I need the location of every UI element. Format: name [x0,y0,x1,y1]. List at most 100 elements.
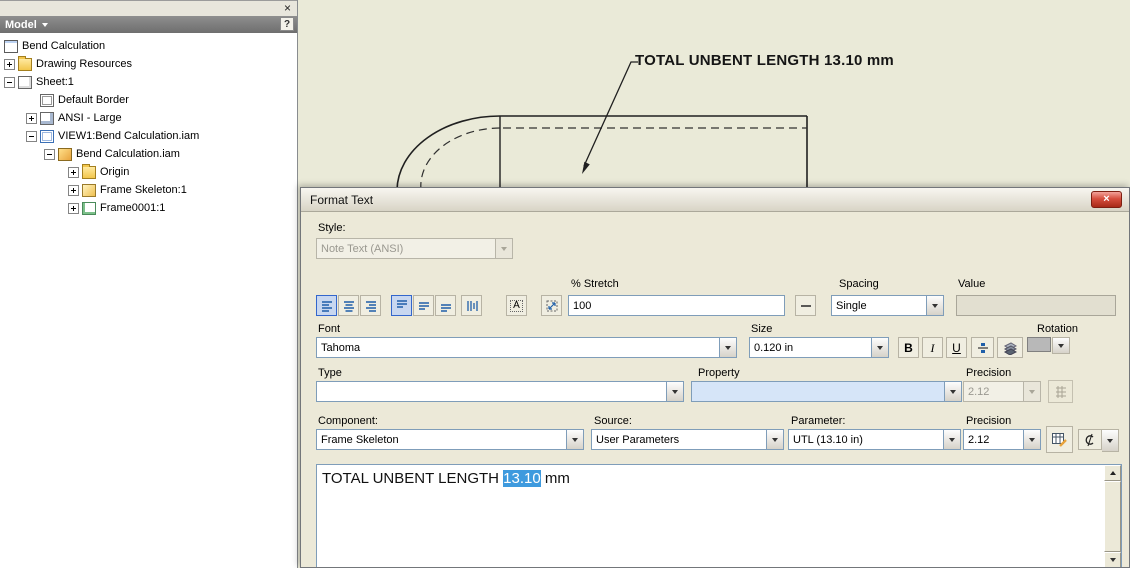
line-spacing-button[interactable] [461,295,482,316]
expander-minus-icon[interactable] [4,76,15,88]
precision-lower-select[interactable]: 2.12 [963,429,1041,450]
leader-arrowhead-icon [582,161,590,174]
spacing-select[interactable]: Single [831,295,944,316]
font-label: Font [318,323,341,335]
stretch-input[interactable] [568,295,785,316]
precision-upper-value: 2.12 [968,385,990,398]
stacked-text-button[interactable] [971,337,994,358]
stacked-text-icon [977,342,988,353]
tree-item-label: Frame0001:1 [100,202,166,214]
chevron-down-icon[interactable] [1102,429,1119,452]
style-label: Style: [318,222,346,234]
model-browser-panel: × Model ? Bend Calculation Drawing Resou… [0,0,298,568]
expander-plus-icon[interactable] [68,184,79,196]
editor-scrollbar[interactable] [1104,465,1121,567]
dialog-title-bar[interactable]: Format Text [301,188,1129,212]
tree-item-default-border[interactable]: Default Border [2,91,295,109]
tree-item-origin[interactable]: Origin [2,163,295,181]
chevron-down-icon[interactable] [1052,337,1070,354]
fit-text-icon [546,300,557,311]
rotation-swatch [1027,337,1051,352]
component-select[interactable]: Frame Skeleton [316,429,584,450]
scroll-up-button[interactable] [1104,465,1121,481]
editor-text: TOTAL UNBENT LENGTH 13.10 mm [322,470,570,487]
frame-icon [82,201,96,215]
border-icon [40,93,54,107]
editor-textarea[interactable]: TOTAL UNBENT LENGTH 13.10 mm [316,464,1122,567]
type-select[interactable] [316,381,684,402]
font-select[interactable]: Tahoma [316,337,737,358]
fit-text-button[interactable] [541,295,562,316]
type-label: Type [318,367,342,379]
expander-plus-icon[interactable] [4,58,15,70]
italic-button[interactable]: I [922,337,943,358]
expander-minus-icon[interactable] [26,130,37,142]
valign-bottom-button[interactable] [435,295,456,316]
text-box-button[interactable]: A [506,295,527,316]
size-label: Size [751,323,773,335]
chevron-down-icon[interactable] [943,430,960,449]
tree-item-bend-calculation[interactable]: Bend Calculation [2,37,295,55]
line-spacing-icon [466,300,478,311]
tube-drawing [396,61,808,190]
align-right-button[interactable] [360,295,381,316]
text-color-button[interactable] [997,337,1023,358]
rotation-dropdown[interactable] [1027,337,1070,354]
tree-item-label: Origin [100,166,130,178]
tree-item-view1[interactable]: VIEW1:Bend Calculation.iam [2,127,295,145]
align-left-button[interactable] [316,295,337,316]
underline-button[interactable]: U [946,337,967,358]
align-center-button[interactable] [338,295,359,316]
precision-upper-label: Precision [966,367,1012,379]
chevron-down-icon[interactable] [766,430,783,449]
close-button[interactable]: × [1091,191,1122,208]
add-parameter-button[interactable] [1046,426,1073,453]
bold-button[interactable]: B [898,337,919,358]
tree-item-frame0001[interactable]: Frame0001:1 [2,199,295,217]
chevron-down-icon[interactable] [666,382,683,401]
tree-item-label: Frame Skeleton:1 [100,184,187,196]
size-combo[interactable]: 0.120 in [749,337,889,358]
value-input [956,295,1116,316]
chevron-down-icon[interactable] [926,296,943,315]
tree-item-label: VIEW1:Bend Calculation.iam [58,130,200,142]
tree-item-ansi-large[interactable]: ANSI - Large [2,109,295,127]
view-icon [40,129,54,143]
chevron-down-icon[interactable] [871,338,888,357]
property-field-button [1048,380,1073,403]
expander-plus-icon[interactable] [68,202,79,214]
chevron-down-icon[interactable] [566,430,583,449]
browser-header-title: Model [5,18,37,31]
sheet-icon [18,75,32,89]
style-select[interactable]: Note Text (ANSI) [316,238,513,259]
panel-close-icon[interactable]: × [284,1,291,15]
valign-top-button[interactable] [391,295,412,316]
scroll-down-button[interactable] [1104,552,1121,567]
expander-minus-icon[interactable] [44,148,55,160]
help-button[interactable]: ? [280,17,294,31]
scrollbar-thumb[interactable] [1104,481,1121,552]
property-select[interactable] [691,381,962,402]
tree-item-drawing-resources[interactable]: Drawing Resources [2,55,295,73]
tree-item-label: Default Border [58,94,129,106]
tree-item-bend-calculation-iam[interactable]: Bend Calculation.iam [2,145,295,163]
style-value: Note Text (ANSI) [321,242,404,255]
spacing-value: Single [836,299,867,312]
tree-item-sheet-1[interactable]: Sheet:1 [2,73,295,91]
expander-plus-icon[interactable] [68,166,79,178]
dimension-annotation[interactable]: TOTAL UNBENT LENGTH 13.10 mm [635,52,894,69]
valign-middle-button[interactable] [413,295,434,316]
chevron-down-icon[interactable] [944,382,961,401]
browser-header[interactable]: Model [0,16,297,33]
format-text-dialog: Format Text × Style: Note Text (ANSI) % … [300,187,1130,568]
horizontal-rule-button[interactable] [795,295,816,316]
chevron-down-icon[interactable] [1023,430,1040,449]
parameter-select[interactable]: UTL (13.10 in) [788,429,961,450]
source-select[interactable]: User Parameters [591,429,784,450]
tree-item-label: Bend Calculation.iam [76,148,180,160]
expander-plus-icon[interactable] [26,112,37,124]
chevron-down-icon[interactable] [719,338,736,357]
tree-item-frame-skeleton[interactable]: Frame Skeleton:1 [2,181,295,199]
component-value: Frame Skeleton [321,433,399,446]
symbol-dropdown[interactable] [1078,429,1119,452]
